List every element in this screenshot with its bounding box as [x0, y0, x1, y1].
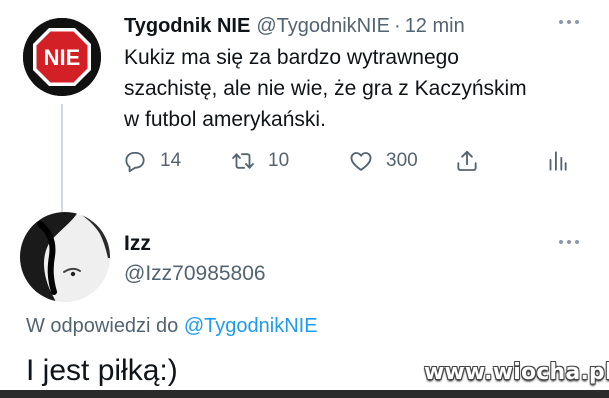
- replying-to-prefix: W odpowiedzi do: [26, 315, 184, 337]
- tweet-timestamp[interactable]: 12 min: [405, 15, 465, 38]
- replying-to-mention[interactable]: @TygodnikNIE: [184, 315, 318, 337]
- reply-author-name[interactable]: Izz: [124, 232, 151, 256]
- bottom-border: [0, 390, 609, 398]
- reply-text: I jest piłką:): [26, 354, 178, 387]
- share-icon: [457, 150, 477, 171]
- analytics-button[interactable]: [544, 144, 570, 178]
- reply-button[interactable]: 14: [122, 144, 181, 178]
- reply-author-handle[interactable]: @Izz70985806: [124, 262, 266, 286]
- profile-photo: [20, 212, 110, 302]
- stop-sign-logo: NIE: [23, 18, 101, 96]
- reply-icon: [125, 151, 145, 173]
- retweet-button[interactable]: 10: [230, 144, 289, 178]
- site-watermark: www.wiocha.pl: [424, 360, 609, 385]
- tygodnik-nie-avatar[interactable]: NIE: [23, 18, 101, 96]
- avatar-logo-text: NIE: [44, 45, 81, 70]
- retweet-count: 10: [268, 150, 290, 171]
- tweet-header: Tygodnik NIE @TygodnikNIE · 12 min: [124, 12, 465, 40]
- analytics-icon: [549, 151, 567, 171]
- like-count: 300: [386, 150, 418, 171]
- tweet-text: Kukiz ma się za bardzo wytrawnego szachi…: [124, 46, 527, 131]
- tweet-actions: 14 10 300: [120, 144, 580, 178]
- like-icon: [350, 152, 372, 171]
- izz-avatar[interactable]: [20, 212, 110, 302]
- author-handle[interactable]: @TygodnikNIE: [256, 15, 390, 38]
- reply-count: 14: [160, 150, 182, 171]
- replying-to-line: W odpowiedzi do @TygodnikNIE: [26, 315, 318, 338]
- thread-connector: [61, 104, 63, 214]
- like-button[interactable]: 300: [348, 144, 418, 178]
- separator-dot: ·: [394, 14, 401, 37]
- share-button[interactable]: [454, 144, 480, 178]
- more-icon[interactable]: [555, 232, 583, 252]
- retweet-icon: [232, 153, 254, 169]
- more-icon[interactable]: [555, 12, 583, 32]
- author-name[interactable]: Tygodnik NIE: [124, 15, 250, 38]
